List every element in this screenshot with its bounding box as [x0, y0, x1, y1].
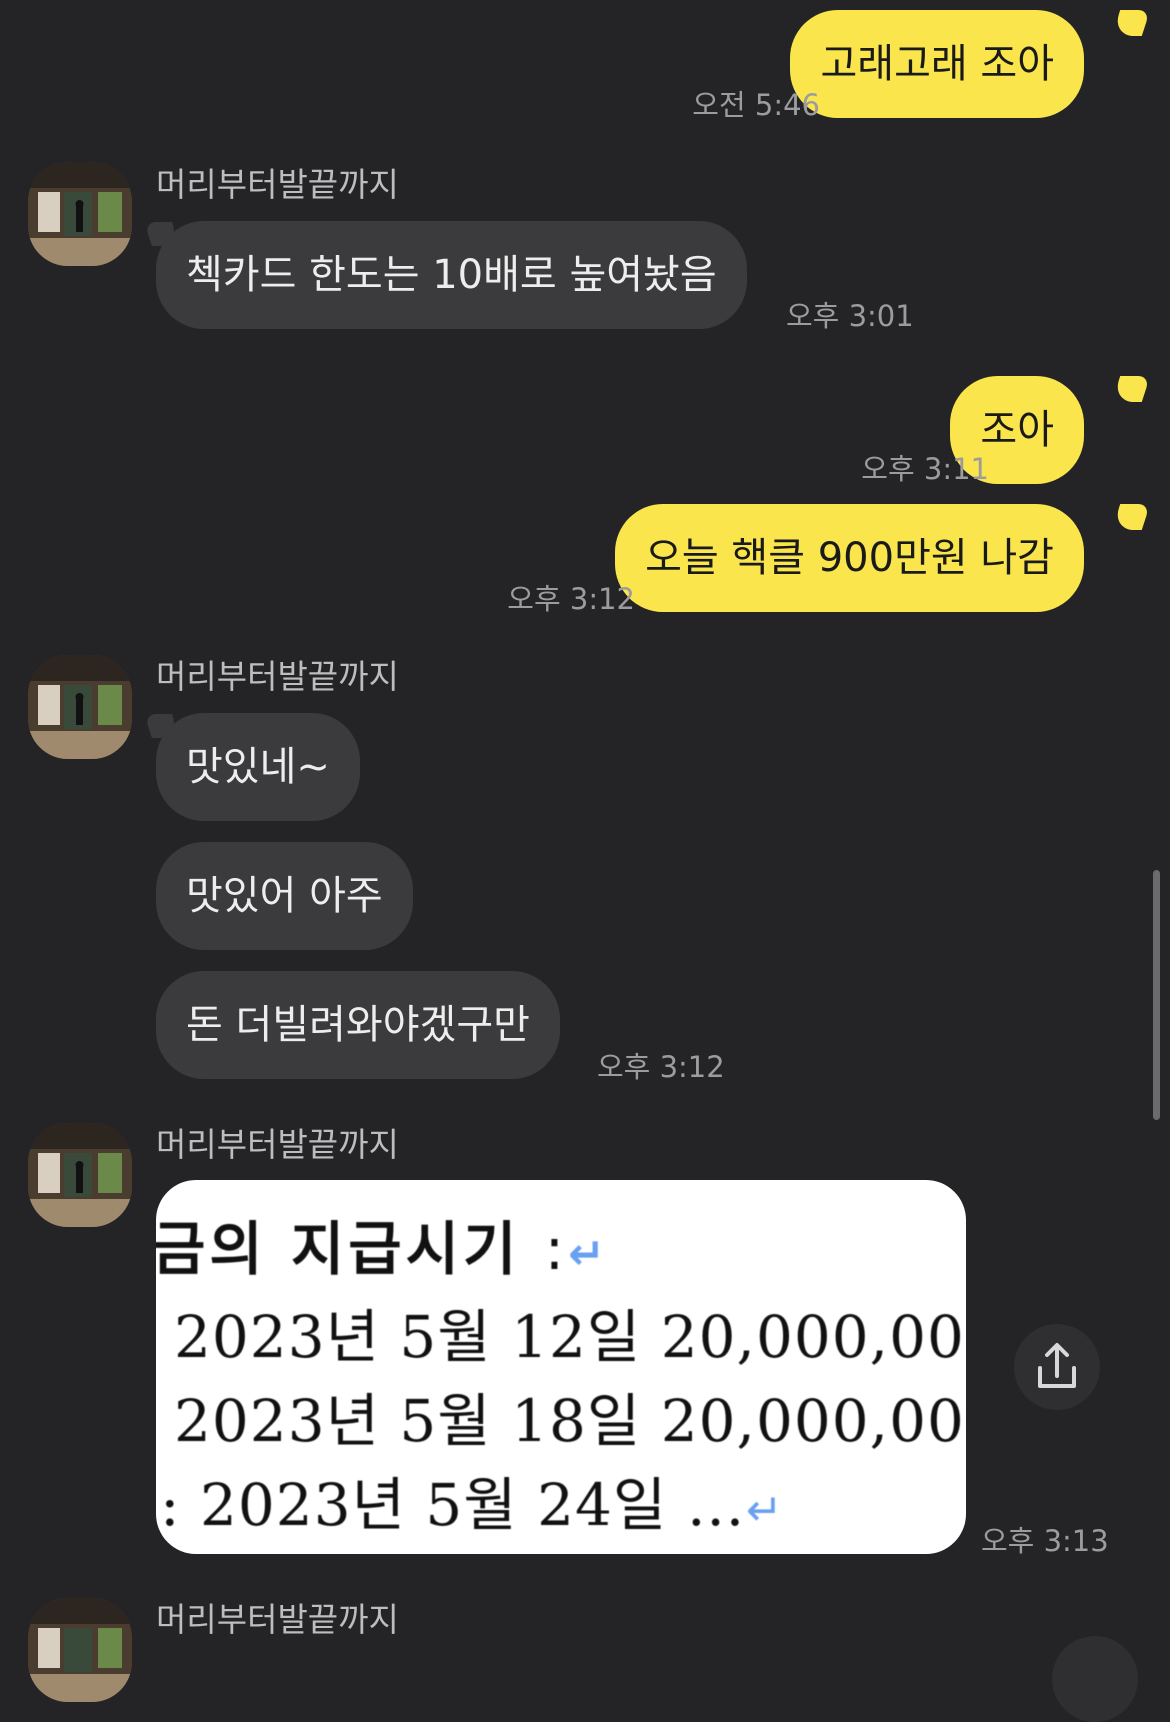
bubble-tail: [1111, 10, 1151, 36]
return-icon: ↵: [568, 1229, 609, 1280]
bubble-tail: [1111, 376, 1151, 402]
sender-avatar[interactable]: [28, 1123, 132, 1227]
bubble-tail: [1111, 504, 1151, 530]
message-timestamp: 오후 3:01: [786, 299, 914, 333]
doc-heading: 금의 지급시기: [156, 1215, 521, 1283]
doc-row-3-text: 2023년 5월 24일 …: [199, 1471, 746, 1539]
share-button[interactable]: [1052, 1636, 1138, 1722]
outgoing-message-bubble[interactable]: 오늘 핵클 900만원 나감: [615, 504, 1084, 612]
sender-name: 머리부터발끝까지: [156, 165, 399, 204]
return-icon: ↵: [745, 1485, 784, 1536]
image-message[interactable]: 금의 지급시기 :↵ 2023년 5월 12일 20,000,000 2023년…: [156, 1180, 966, 1554]
sender-avatar[interactable]: [28, 655, 132, 759]
message-timestamp: 오전 5:46: [692, 88, 820, 122]
avatar-photo-icon: [28, 1123, 132, 1227]
doc-heading-colon: :: [544, 1215, 569, 1283]
outgoing-message-bubble[interactable]: 고래고래 조아: [790, 10, 1084, 118]
doc-heading-line: 금의 지급시기 :↵: [156, 1202, 609, 1286]
message-timestamp: 오후 3:12: [507, 582, 635, 616]
incoming-message-bubble[interactable]: 첵카드 한도는 10배로 높여놨음: [156, 221, 747, 329]
message-timestamp: 오후 3:12: [597, 1050, 725, 1084]
incoming-message-bubble[interactable]: 맛있네~: [156, 713, 360, 821]
doc-row-3-prefix: :: [160, 1471, 181, 1539]
share-button[interactable]: [1014, 1324, 1100, 1410]
sender-name: 머리부터발끝까지: [156, 1600, 399, 1639]
share-icon: [1038, 1343, 1076, 1388]
sender-name: 머리부터발끝까지: [156, 657, 399, 696]
message-timestamp: 오후 3:13: [981, 1524, 1109, 1558]
incoming-message-bubble[interactable]: 맛있어 아주: [156, 842, 413, 950]
incoming-message-bubble[interactable]: 돈 더빌려와야겠구만: [156, 971, 560, 1079]
avatar-photo-icon: [28, 162, 132, 266]
doc-row-1: 2023년 5월 12일 20,000,000: [174, 1303, 966, 1371]
sender-name: 머리부터발끝까지: [156, 1125, 399, 1164]
doc-row-2: 2023년 5월 18일 20,000,000: [174, 1387, 966, 1455]
avatar-photo-icon: [28, 655, 132, 759]
sender-avatar[interactable]: [28, 1598, 132, 1702]
avatar-photo-icon: [28, 1598, 132, 1702]
scrollbar[interactable]: [1153, 870, 1160, 1120]
chat-room: 고래고래 조아 오전 5:46 머리부터발끝까지 첵카드 한도는 10배로 높여…: [0, 0, 1170, 1722]
sender-avatar[interactable]: [28, 162, 132, 266]
doc-row-3: : 2023년 5월 24일 …↵: [160, 1458, 784, 1542]
message-timestamp: 오후 3:11: [861, 452, 989, 486]
